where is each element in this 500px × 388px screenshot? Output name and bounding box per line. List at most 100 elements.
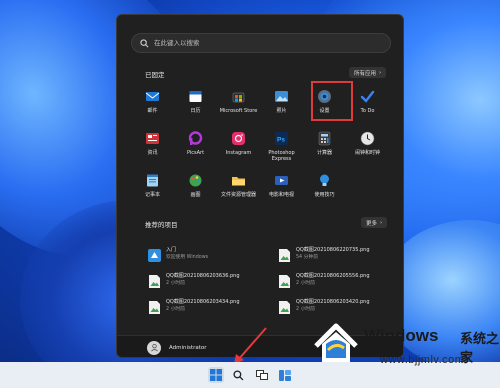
pinned-app-4[interactable]: 照片 — [260, 85, 303, 127]
pinned-app-3[interactable]: Microsoft Store — [217, 85, 260, 127]
pinned-app-label: PicsArt — [186, 150, 205, 156]
recommended-item[interactable]: QQ截图20210806220735.png 54 分钟前 — [261, 241, 391, 267]
search-box[interactable] — [131, 33, 391, 53]
recommended-item-text: QQ截图20210806220735.png 54 分钟前 — [296, 247, 370, 261]
all-apps-label: 所有应用 — [354, 70, 377, 77]
more-label: 更多 — [366, 220, 378, 227]
chevron-right-icon: › — [379, 69, 382, 76]
watermark-url: www.bjjmlv.com — [380, 354, 465, 366]
recommended-item[interactable]: QQ截图20210806205556.png 2 小时前 — [261, 267, 391, 293]
pinned-app-label: 记事本 — [144, 192, 160, 198]
recommended-item-text: QQ截图20210806203636.png 2 小时前 — [166, 273, 240, 287]
task-view-button[interactable] — [254, 367, 270, 383]
notepad-icon — [145, 173, 160, 188]
all-apps-button[interactable]: 所有应用 › — [349, 67, 387, 78]
recommended-item-subtitle: 欢迎使用 Windows — [166, 255, 209, 260]
image-file-icon — [147, 300, 160, 314]
recommended-item[interactable]: QQ截图20210806203636.png 2 小时前 — [131, 267, 261, 293]
taskbar-search-button[interactable] — [231, 367, 247, 383]
recommended-item-subtitle: 54 分钟前 — [296, 255, 319, 260]
recommended-item-text: QQ截图20210806203434.png 2 小时前 — [166, 299, 240, 313]
recommended-item-text: QQ截图20210806205556.png 2 小时前 — [296, 273, 370, 287]
pinned-app-10[interactable]: Ps Photoshop Express — [260, 127, 303, 169]
recommended-item-subtitle: 2 小时前 — [296, 307, 315, 312]
recommended-item-name: 入门 — [166, 247, 177, 253]
recommended-item[interactable]: QQ截图20210806203434.png 2 小时前 — [131, 293, 261, 319]
user-icon — [150, 343, 158, 352]
calendar-icon — [188, 89, 203, 104]
image-file-icon — [147, 274, 160, 288]
recommended-item-name: QQ截图20210806203434.png — [166, 299, 240, 305]
pinned-app-label: 电影和电视 — [268, 192, 294, 198]
pinned-app-17[interactable]: 使用技巧 — [303, 169, 346, 211]
check-icon — [360, 89, 375, 104]
pinned-app-14[interactable]: 画图 — [174, 169, 217, 211]
house-logo-icon — [314, 323, 358, 362]
instagram-icon — [231, 131, 246, 146]
recommended-item-text: 入门欢迎使用 Windows — [166, 247, 208, 261]
user-avatar[interactable] — [147, 340, 161, 355]
folder-icon — [231, 173, 246, 188]
pinned-app-label: Microsoft Store — [219, 108, 258, 114]
start-button[interactable] — [207, 367, 224, 383]
recommended-item-name: QQ截图20210806220735.png — [296, 247, 370, 253]
mail-icon — [145, 89, 160, 104]
pinned-app-12[interactable]: 闹钟和时钟 — [346, 127, 389, 169]
pinned-app-2[interactable]: 日历 — [174, 85, 217, 127]
getstarted-icon — [147, 248, 161, 262]
recommended-item-subtitle: 2 小时前 — [296, 281, 315, 286]
pinned-app-7[interactable]: 资讯 — [131, 127, 174, 169]
photoshop-icon: Ps — [274, 131, 289, 146]
clock-icon — [360, 131, 375, 146]
pinned-app-1[interactable]: 邮件 — [131, 85, 174, 127]
widgets-button[interactable] — [277, 367, 293, 383]
red-arrow-annotation — [234, 327, 267, 364]
recommended-title: 推荐的项目 — [145, 221, 178, 229]
pinned-app-8[interactable]: PicsArt — [174, 127, 217, 169]
pinned-title: 已固定 — [145, 71, 165, 79]
pinned-app-15[interactable]: 文件资源管理器 — [217, 169, 260, 211]
tips-icon — [317, 173, 332, 188]
pinned-app-label: 文件资源管理器 — [220, 192, 256, 198]
search-icon — [140, 38, 149, 47]
image-file-icon — [277, 300, 290, 314]
recommended-item[interactable]: 入门欢迎使用 Windows — [131, 241, 261, 267]
user-name[interactable]: Administrator — [169, 345, 207, 351]
watermark: Windows 系统之家 www.bjjmlv.com — [306, 320, 500, 378]
movies-icon — [274, 173, 289, 188]
settings-highlight-box — [311, 81, 353, 121]
picsart-icon — [188, 131, 203, 146]
more-button[interactable]: 更多 › — [361, 217, 388, 228]
recommended-item-name: QQ截图20210806203420.png — [296, 299, 370, 305]
pinned-app-13[interactable]: 记事本 — [131, 169, 174, 211]
pinned-app-label: To Do — [360, 108, 375, 114]
pinned-app-label: 照片 — [276, 108, 287, 114]
recommended-item-name: QQ截图20210806203636.png — [166, 273, 240, 279]
watermark-brand: Windows — [364, 326, 439, 345]
pinned-app-label: Instagram — [225, 150, 252, 156]
news-icon — [145, 131, 160, 146]
pinned-app-label: 使用技巧 — [314, 192, 335, 198]
store-icon — [231, 89, 246, 104]
pinned-app-16[interactable]: 电影和电视 — [260, 169, 303, 211]
paint-icon — [188, 173, 203, 188]
pinned-app-label: 画图 — [190, 192, 201, 198]
pinned-app-label: 计算器 — [316, 150, 332, 156]
recommended-list: 入门欢迎使用 Windows QQ截图20210806220735.png 54 分… — [131, 241, 391, 319]
pinned-app-11[interactable]: 计算器 — [303, 127, 346, 169]
pinned-app-label: Photoshop Express — [268, 150, 295, 162]
widgets-icon — [278, 369, 291, 381]
pinned-app-label: 闹钟和时钟 — [354, 150, 380, 156]
pinned-app-label: 日历 — [190, 108, 201, 114]
recommended-item[interactable]: QQ截图20210806203420.png 2 小时前 — [261, 293, 391, 319]
recommended-item-text: QQ截图20210806203420.png 2 小时前 — [296, 299, 370, 313]
search-input[interactable] — [154, 39, 374, 47]
pinned-app-9[interactable]: Instagram — [217, 127, 260, 169]
recommended-item-subtitle: 2 小时前 — [166, 307, 185, 312]
windows-logo-icon — [209, 369, 222, 381]
recommended-item-subtitle: 2 小时前 — [166, 281, 185, 286]
task-view-icon — [255, 370, 268, 380]
svg-text:Ps: Ps — [277, 137, 285, 144]
pinned-app-label: 邮件 — [147, 108, 158, 114]
start-menu: 已固定 所有应用 › 邮件日历Microsoft Store照片设置To Do资… — [116, 14, 404, 358]
